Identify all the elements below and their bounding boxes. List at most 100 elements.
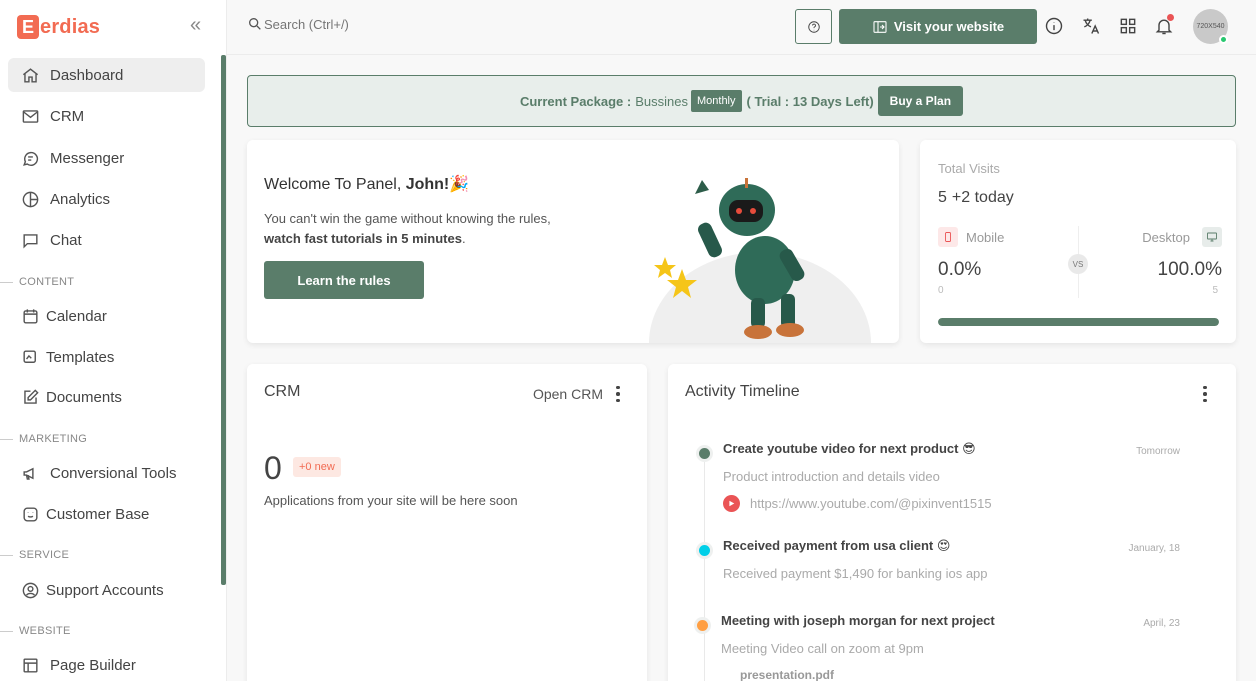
visits-progress-bar <box>938 318 1219 326</box>
timeline-dot <box>699 448 710 459</box>
apps-grid-icon[interactable] <box>1116 14 1140 38</box>
welcome-title: Welcome To Panel, John!🎉 <box>264 176 470 193</box>
package-name: Bussines <box>635 93 688 109</box>
sidebar-item-conversional-tools[interactable]: Conversional Tools <box>8 456 205 490</box>
sidebar-item-page-builder[interactable]: Page Builder <box>8 648 205 681</box>
total-visits-card: Total Visits 5 +2 today Mobile Desktop V… <box>920 140 1236 343</box>
logo-mark: E <box>17 15 39 39</box>
mobile-icon <box>938 227 958 247</box>
crm-new-badge: +0 new <box>293 457 341 477</box>
sidebar-item-customer-base[interactable]: Customer Base <box>8 497 205 531</box>
visit-website-button[interactable]: Visit your website <box>839 9 1037 44</box>
online-status-dot <box>1219 35 1228 44</box>
section-label-service: SERVICE <box>0 548 220 562</box>
message-circle-icon <box>20 148 40 168</box>
search-input[interactable] <box>264 16 464 32</box>
question-circle-icon <box>807 20 820 33</box>
info-icon[interactable] <box>1042 14 1066 38</box>
visits-progress-fill <box>938 318 1219 326</box>
package-badge: Monthly <box>690 90 742 112</box>
sidebar-item-calendar[interactable]: Calendar <box>8 299 205 333</box>
sidebar-item-label: Conversional Tools <box>50 464 177 482</box>
timeline-item-title: Meeting with joseph morgan for next proj… <box>721 613 995 628</box>
mobile-count: 0 <box>938 285 944 296</box>
logo-text: erdias <box>40 15 101 38</box>
sidebar-item-label: Calendar <box>46 307 107 325</box>
learn-rules-button[interactable]: Learn the rules <box>264 261 424 299</box>
attachment-file[interactable]: presentation.pdf <box>740 668 834 681</box>
timeline-item-desc: Product introduction and details video <box>723 469 940 484</box>
crm-subtitle: Applications from your site will be here… <box>264 493 518 508</box>
crm-card: CRM Open CRM 0 +0 new Applications from … <box>247 364 647 681</box>
timeline-item-desc: Meeting Video call on zoom at 9pm <box>721 641 924 656</box>
total-visits-label: Total Visits <box>938 161 1000 176</box>
sidebar-item-messenger[interactable]: Messenger <box>8 141 205 175</box>
youtube-link[interactable]: https://www.youtube.com/@pixinvent1515 <box>723 495 992 512</box>
user-circle-icon <box>20 580 40 600</box>
youtube-icon <box>723 495 740 512</box>
sidebar-item-analytics[interactable]: Analytics <box>8 182 205 216</box>
sidebar-item-label: Documents <box>46 388 122 406</box>
activity-timeline-card: Activity Timeline Create youtube video f… <box>668 364 1236 681</box>
desktop-count: 5 <box>1212 285 1218 296</box>
more-vertical-icon[interactable] <box>1198 384 1212 404</box>
sidebar-item-templates[interactable]: Templates <box>8 340 205 374</box>
buy-plan-button[interactable]: Buy a Plan <box>877 86 964 116</box>
mobile-percent: 0.0% <box>938 259 982 280</box>
sidebar-item-label: Customer Base <box>46 505 150 523</box>
layout-icon <box>20 655 40 675</box>
collapse-sidebar-icon[interactable]: « <box>190 15 210 36</box>
package-trial: ( Trial : 13 Days Left) <box>746 93 874 109</box>
package-banner: Current Package : Bussines Monthly ( Tri… <box>247 75 1236 127</box>
avatar-text: 720X540 <box>1196 23 1225 30</box>
sidebar-item-chat[interactable]: Chat <box>8 223 205 257</box>
sidebar-item-dashboard[interactable]: Dashboard <box>8 58 205 92</box>
desktop-label: Desktop <box>1142 230 1190 245</box>
youtube-link-text: https://www.youtube.com/@pixinvent1515 <box>750 496 992 511</box>
bell-icon[interactable] <box>1152 14 1176 38</box>
desktop-percent: 100.0% <box>1157 259 1222 280</box>
avatar[interactable]: 720X540 <box>1193 9 1228 44</box>
pie-chart-icon <box>20 189 40 209</box>
robot-illustration <box>649 178 871 343</box>
timeline-dot <box>699 545 710 556</box>
notification-dot <box>1167 14 1174 21</box>
vs-badge: VS <box>1068 254 1088 274</box>
sidebar-item-label: CRM <box>50 107 85 125</box>
sidebar-item-documents[interactable]: Documents <box>8 380 205 414</box>
sidebar-item-support-accounts[interactable]: Support Accounts <box>8 573 205 607</box>
section-label-website: WEBSITE <box>0 624 220 638</box>
open-crm-link[interactable]: Open CRM <box>533 386 603 402</box>
megaphone-icon <box>20 463 40 483</box>
timeline-item-time: April, 23 <box>1143 618 1180 629</box>
sidebar-item-label: Chat <box>50 231 82 249</box>
home-icon <box>20 65 40 85</box>
timeline-item-time: Tomorrow <box>1136 446 1180 457</box>
welcome-text: You can't win the game without knowing t… <box>264 211 551 246</box>
timeline-dot <box>697 620 708 631</box>
desktop-icon <box>1202 227 1222 247</box>
section-label-content: CONTENT <box>0 275 220 289</box>
smile-icon <box>20 504 40 524</box>
search-box[interactable] <box>247 16 464 32</box>
help-button[interactable] <box>795 9 832 44</box>
mobile-label: Mobile <box>966 230 1005 245</box>
sidebar-item-label: Analytics <box>50 190 111 208</box>
external-link-icon <box>873 20 887 33</box>
crm-title: CRM <box>264 383 301 400</box>
sidebar-scrollbar[interactable] <box>221 55 226 585</box>
visit-website-label: Visit your website <box>893 19 1005 34</box>
package-label: Current Package : <box>519 93 632 109</box>
topbar: Visit your website 720X540 <box>227 0 1256 55</box>
sidebar-item-label: Messenger <box>50 149 125 167</box>
translate-icon[interactable] <box>1079 14 1103 38</box>
more-vertical-icon[interactable] <box>611 384 625 404</box>
sidebar-item-label: Support Accounts <box>46 581 164 599</box>
sidebar-item-crm[interactable]: CRM <box>8 99 205 133</box>
sidebar: E erdias « Dashboard CRM Messenger Analy… <box>0 0 227 681</box>
timeline-item-desc: Received payment $1,490 for banking ios … <box>723 566 988 581</box>
brand-logo[interactable]: E erdias <box>17 14 100 40</box>
timeline-item-title: Create youtube video for next product 😎 <box>723 441 976 456</box>
section-label-marketing: MARKETING <box>0 432 220 446</box>
sidebar-item-label: Dashboard <box>50 66 124 84</box>
